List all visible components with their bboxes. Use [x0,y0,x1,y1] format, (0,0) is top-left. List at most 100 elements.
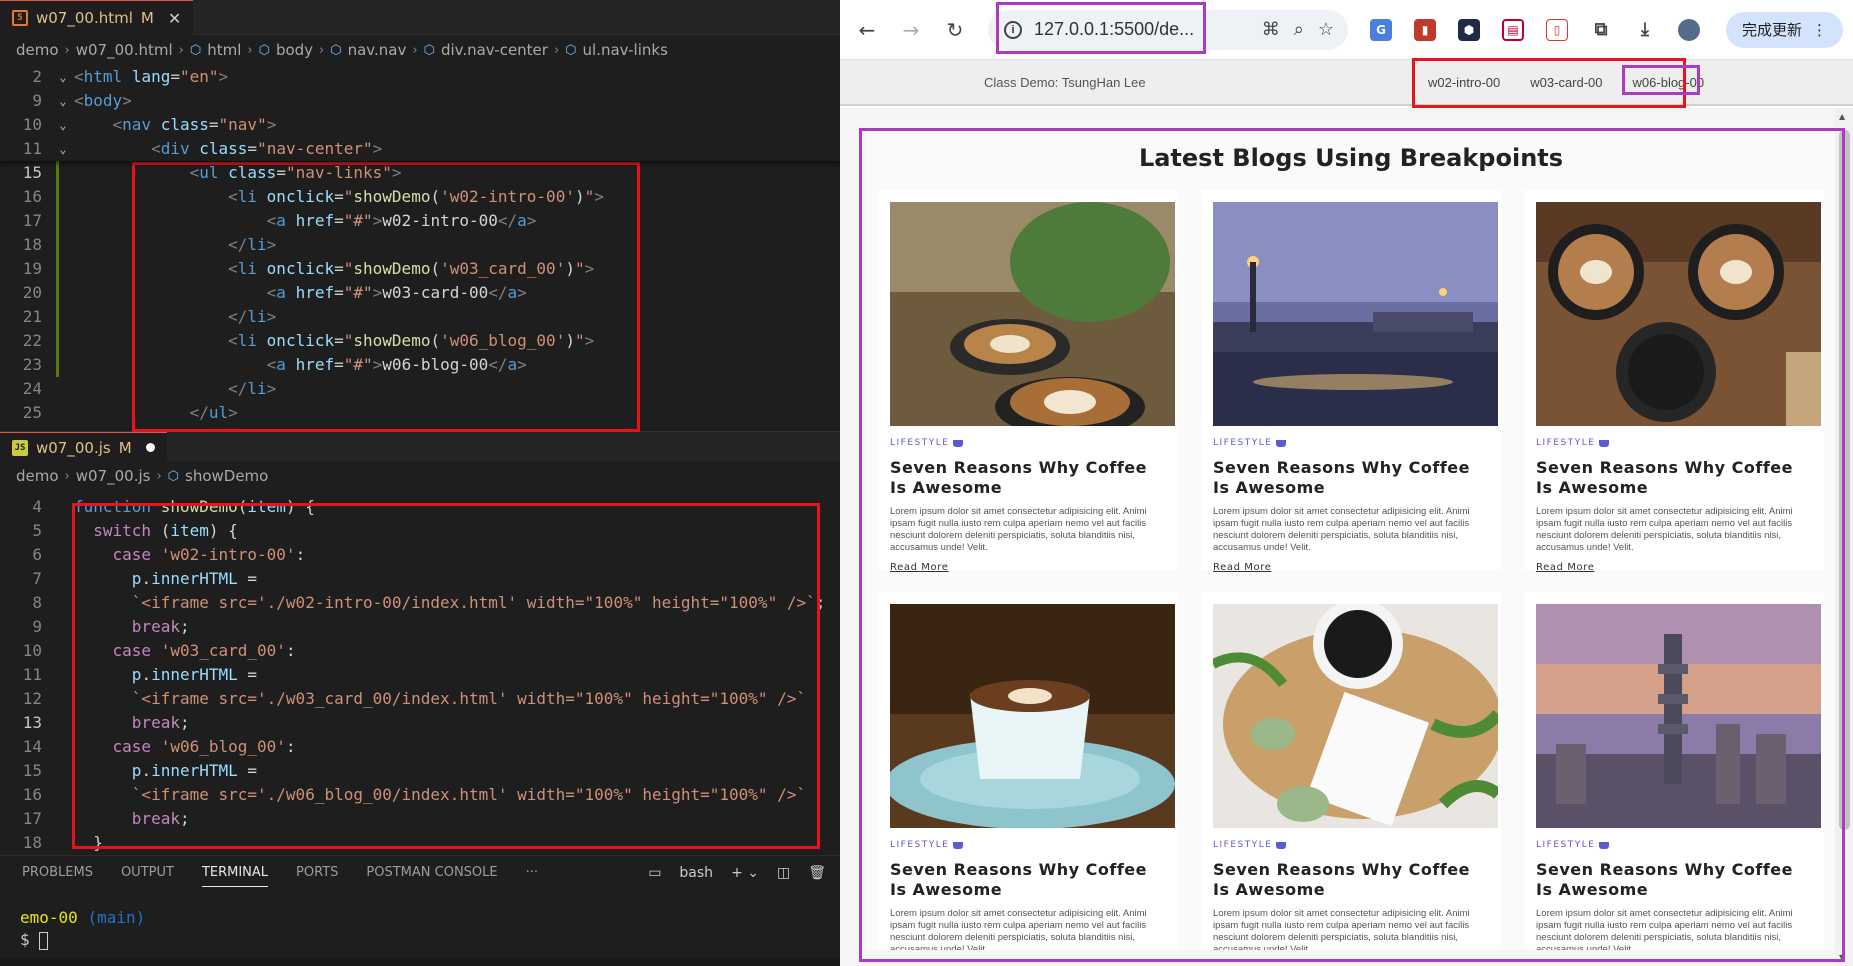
avatar[interactable] [1678,18,1700,41]
breadcrumb-item[interactable]: div.nav-center [441,41,548,59]
breadcrumb-item[interactable]: ul.nav-links [583,41,668,59]
scroll-thumb[interactable] [1839,130,1850,830]
terminal[interactable]: emo-00 (main) $ [0,907,840,951]
code-line[interactable]: 16 <li onclick="showDemo('w02-intro-00')… [0,185,840,209]
code-line[interactable]: 15 <ul class="nav-links"> [0,161,840,185]
code-line[interactable]: 9 ⌄ <body> [0,89,840,113]
panel-tab[interactable]: POSTMAN CONSOLE [366,865,497,880]
reload-icon[interactable]: ↻ [944,18,966,42]
book-extension-icon[interactable]: ▮ [1414,18,1436,41]
nav-link[interactable]: w03-card-00 [1526,72,1606,93]
breadcrumb-item[interactable]: demo [16,41,59,59]
js-editor[interactable]: 4 function showDemo(item) {5 switch (item… [0,495,840,855]
scrollbar[interactable]: ▲ ▼ [1835,108,1853,966]
code-line[interactable]: 11 ⌄ <div class="nav-center"> [0,137,840,161]
code-line[interactable]: 9 break; [0,615,840,639]
code-line[interactable]: 20 <a href="#">w03-card-00</a> [0,281,840,305]
panel-tab[interactable]: PROBLEMS [22,865,93,880]
fold-chevron-icon[interactable]: ⌄ [52,137,74,161]
code-line[interactable]: 19 <li onclick="showDemo('w03_card_00')"… [0,257,840,281]
unsaved-dot-icon[interactable] [145,443,155,452]
html5-icon: 5 [12,10,28,26]
address-bar[interactable]: i 127.0.0.1:5500/de... ⌘ ⌕ ☆ [988,9,1348,50]
fold-gutter [52,735,74,759]
add-terminal-icon[interactable]: + ⌄ [731,865,759,881]
window-extension-icon[interactable]: ▤ [1502,18,1524,41]
code-line[interactable]: 24 </li> [0,377,840,401]
code-line[interactable]: 8 `<iframe src='./w02-intro-00/index.htm… [0,591,840,615]
code-line[interactable]: 5 switch (item) { [0,519,840,543]
fold-chevron-icon[interactable]: ⌄ [52,113,74,137]
more-vert-icon[interactable]: ⋮ [1812,21,1827,39]
code-line[interactable]: 14 case 'w06_blog_00': [0,735,840,759]
fold-chevron-icon[interactable]: ⌄ [52,65,74,89]
download-icon[interactable]: ⤓ [1634,18,1656,41]
code-line[interactable]: 13 break; [0,711,840,735]
url-text: 127.0.0.1:5500/de... [1034,19,1195,39]
breadcrumb-item[interactable]: nav.nav [348,41,407,59]
nav-link[interactable]: w06-blog-00 [1629,72,1709,93]
code-line[interactable]: 6 case 'w02-intro-00': [0,543,840,567]
read-more-link[interactable]: Read More [890,562,1166,573]
code-line[interactable]: 7 p.innerHTML = [0,567,840,591]
breadcrumb-item[interactable]: html [207,41,241,59]
hex-extension-icon[interactable]: ⬢ [1458,18,1480,41]
panel-tab[interactable]: OUTPUT [121,865,174,880]
line-number: 13 [22,713,42,732]
code-line[interactable]: 23 <a href="#">w06-blog-00</a> [0,353,840,377]
code-line[interactable]: 4 function showDemo(item) { [0,495,840,519]
tab-w07-html[interactable]: 5 w07_00.html M ✕ [0,0,194,35]
zoom-icon[interactable]: ⌕ [1294,19,1304,40]
close-icon[interactable]: ✕ [168,9,181,28]
symbol-icon: ⬡ [565,42,577,58]
extensions-puzzle-icon[interactable]: ⧉ [1590,18,1612,41]
breadcrumb-item[interactable]: body [276,41,313,59]
code-line[interactable]: 18 } [0,831,840,855]
line-number: 17 [22,809,42,828]
update-button[interactable]: 完成更新 ⋮ [1725,11,1843,48]
html-editor[interactable]: 2 ⌄ <html lang="en"> 9 ⌄ <body> 10 ⌄ <nav class… [0,65,840,425]
nav-link[interactable]: w02-intro-00 [1424,72,1504,93]
category-label: LIFESTYLE [890,438,950,448]
demo-nav: Class Demo: TsungHan Lee w02-intro-00 w03… [840,60,1853,106]
tab-w07-js[interactable]: JS w07_00.js M [0,432,167,462]
shell-name[interactable]: bash [679,865,713,881]
bookmark-star-icon[interactable]: ☆ [1318,19,1334,40]
more-icon[interactable]: ··· [526,865,538,880]
panel-tab[interactable]: PORTS [296,865,338,880]
trash-icon[interactable]: 🗑 [808,865,826,881]
code-line[interactable]: 17 break; [0,807,840,831]
code-line[interactable]: 18 </li> [0,233,840,257]
breadcrumb-item[interactable]: w07_00.html [76,41,173,59]
scroll-up-icon[interactable]: ▲ [1839,112,1845,121]
code-text: <div class="nav-center"> [151,139,383,158]
code-line[interactable]: 22 <li onclick="showDemo('w06_blog_00')"… [0,329,840,353]
pdf-extension-icon[interactable]: ▯ [1546,18,1568,41]
code-line[interactable]: 15 p.innerHTML = [0,759,840,783]
scroll-down-icon[interactable]: ▼ [1839,953,1845,962]
breadcrumb-item[interactable]: demo [16,467,59,485]
forward-icon[interactable]: → [900,18,922,42]
code-line[interactable]: 16 `<iframe src='./w06_blog_00/index.htm… [0,783,840,807]
read-more-link[interactable]: Read More [1536,562,1812,573]
code-line[interactable]: 17 <a href="#">w02-intro-00</a> [0,209,840,233]
code-line[interactable]: 25 </ul> [0,401,840,425]
breadcrumb-item[interactable]: showDemo [185,467,268,485]
fold-chevron-icon[interactable]: ⌄ [52,89,74,113]
code-line[interactable]: 2 ⌄ <html lang="en"> [0,65,840,89]
read-more-link[interactable]: Read More [1213,562,1489,573]
split-icon[interactable]: ◫ [777,865,790,881]
panel-tab[interactable]: TERMINAL [201,865,269,887]
javascript-icon: JS [12,439,28,456]
site-info-icon[interactable]: i [1004,20,1022,39]
code-line[interactable]: 11 p.innerHTML = [0,663,840,687]
google-translate-extension-icon[interactable]: G [1370,18,1392,41]
code-line[interactable]: 21 </li> [0,305,840,329]
code-line[interactable]: 10 ⌄ <nav class="nav"> [0,113,840,137]
code-line[interactable]: 10 case 'w03_card_00': [0,639,840,663]
translate-icon[interactable]: ⌘ [1262,19,1280,40]
code-line[interactable]: 12 `<iframe src='./w03_card_00/index.htm… [0,687,840,711]
fold-gutter [52,759,74,783]
breadcrumb-item[interactable]: w07_00.js [76,467,151,485]
back-icon[interactable]: ← [856,18,878,42]
